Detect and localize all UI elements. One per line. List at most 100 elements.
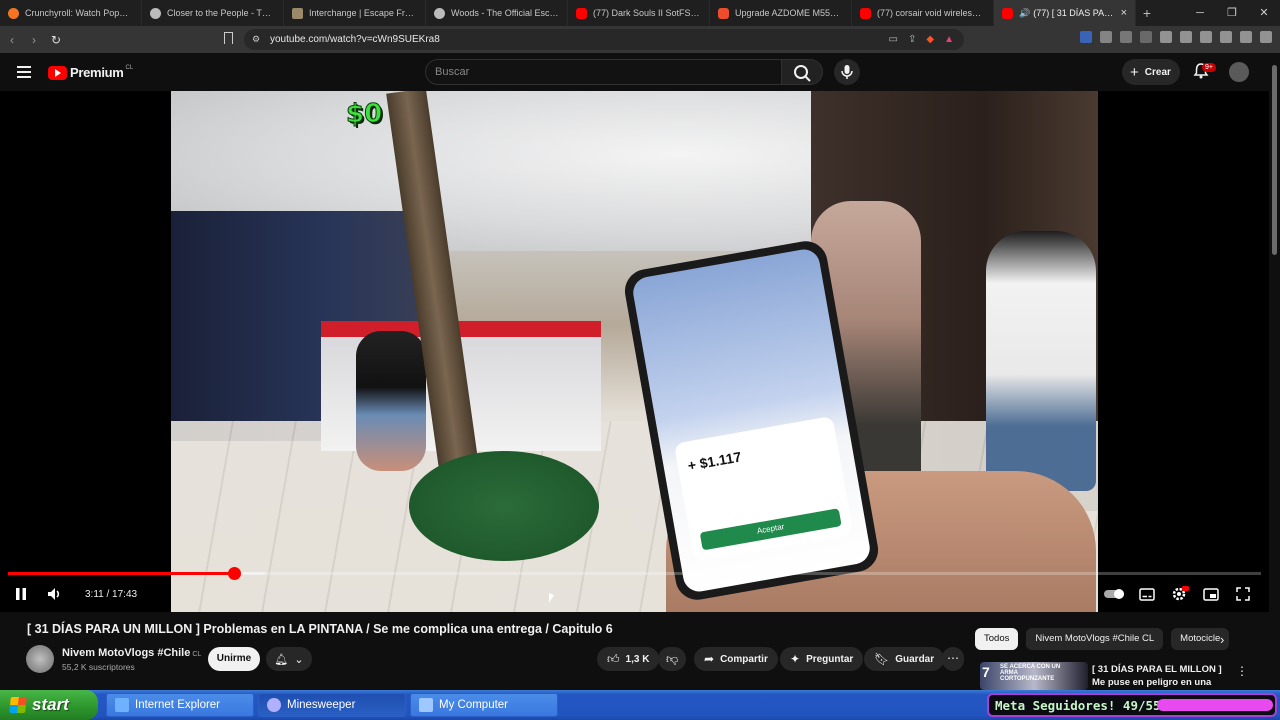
fullscreen-button[interactable]: [1236, 586, 1250, 602]
search-input[interactable]: Buscar: [425, 59, 782, 85]
window-controls: ─ ❐ ✕: [1184, 0, 1280, 26]
browser-tab-crunchyroll[interactable]: Crunchyroll: Watch Popular An: [0, 0, 142, 26]
plus-icon: +: [1130, 63, 1139, 81]
forward-arrow-icon[interactable]: ›: [24, 33, 44, 47]
youtube-header: Premium CL Buscar + Crear 9+: [0, 53, 1280, 91]
sidebar-icon[interactable]: [1180, 31, 1192, 43]
brave-shield-icon[interactable]: ◆: [926, 34, 934, 45]
progress-bar[interactable]: [8, 567, 1261, 580]
join-button[interactable]: Unirme: [208, 647, 260, 671]
extension-icon[interactable]: [1120, 31, 1132, 43]
share-icon[interactable]: ⇪: [908, 34, 916, 45]
create-button[interactable]: + Crear: [1122, 59, 1180, 85]
browser-tab-woods[interactable]: Woods - The Official Escape fr: [426, 0, 568, 26]
recommended-thumbnail[interactable]: 7 SE ACERCA CON UN ARMA CORTOPUNZANTE: [980, 662, 1088, 690]
ask-button[interactable]: ✦ Preguntar: [780, 647, 864, 671]
settings-button[interactable]: [1171, 586, 1189, 602]
chip-channel[interactable]: Nivem MotoVlogs #Chile CL: [1026, 628, 1164, 650]
dislike-button[interactable]: 👎︎: [658, 647, 687, 671]
browser-tab-corsair[interactable]: (77) corsair void wireless v2 vs: [852, 0, 994, 26]
channel-avatar[interactable]: [26, 645, 54, 673]
tree-planter: [409, 451, 599, 561]
cast-icon[interactable]: ▭: [889, 34, 898, 45]
browser-tab-active-video[interactable]: 🔊(77) [ 31 DÍAS PARA UN×: [994, 0, 1136, 26]
chips-next-arrow-icon[interactable]: ›: [1220, 632, 1224, 647]
extension-icon[interactable]: [1080, 31, 1092, 43]
omnibox-actions: ▭ ⇪ ◆ ▲: [889, 34, 954, 45]
microphone-icon: [841, 65, 853, 79]
address-bar[interactable]: ⚙ youtube.com/watch?v=cWn9SUEKra8 ▭ ⇪ ◆ …: [244, 29, 964, 50]
miniplayer-button[interactable]: [1203, 586, 1219, 602]
taskbar-minesweeper[interactable]: Minesweeper: [258, 693, 406, 717]
video-player[interactable]: + $1.117 Aceptar $0 3:11 / 17:43: [0, 91, 1269, 612]
bell-icon: 🔔︎: [274, 653, 289, 666]
autoplay-toggle-icon: [1104, 589, 1124, 599]
reload-icon[interactable]: ↻: [46, 33, 66, 47]
youtube-favicon-icon: [860, 7, 871, 19]
url-text: youtube.com/watch?v=cWn9SUEKra8: [270, 34, 440, 45]
browser-tab-strip: Crunchyroll: Watch Popular An Closer to …: [0, 0, 1280, 26]
youtube-favicon-icon: [1002, 7, 1013, 19]
sparkle-icon: ✦: [790, 652, 801, 666]
more-dots-icon: ⋯: [947, 651, 959, 665]
site-info-icon[interactable]: ⚙: [252, 34, 260, 45]
search-button[interactable]: [781, 59, 823, 85]
follower-goal-bar: [1157, 699, 1273, 711]
search-icon: [794, 65, 811, 82]
taskbar: start Internet Explorer Minesweeper My C…: [0, 690, 1280, 720]
vpn-icon[interactable]: [1240, 31, 1252, 43]
youtube-favicon-icon: [576, 7, 587, 19]
minesweeper-icon: [267, 698, 281, 712]
channel-name-link[interactable]: Nivem MotoVlogs #Chile CL: [62, 647, 201, 659]
site-favicon-icon: [434, 7, 445, 19]
windows-flag-icon: [9, 697, 27, 713]
more-actions-button[interactable]: ⋯: [942, 647, 964, 671]
start-button[interactable]: start: [0, 690, 98, 720]
extension-icon[interactable]: [1140, 31, 1152, 43]
extension-icon[interactable]: [1100, 31, 1112, 43]
taskbar-my-computer[interactable]: My Computer: [410, 693, 558, 717]
pause-button[interactable]: [14, 586, 28, 602]
new-tab-button[interactable]: +: [1136, 5, 1158, 21]
minimize-button[interactable]: ─: [1184, 0, 1216, 26]
subscription-bell-button[interactable]: 🔔︎ ⌄: [266, 647, 312, 671]
browser-tab-dark-souls[interactable]: (77) Dark Souls II SotFS - Guía: [568, 0, 710, 26]
music-icon[interactable]: [1160, 31, 1172, 43]
menu-icon[interactable]: [1260, 31, 1272, 43]
recommendation-chips: Todos Nivem MotoVlogs #Chile CL Motocicl…: [975, 628, 1230, 650]
voice-search-button[interactable]: [834, 59, 860, 85]
save-button[interactable]: 🔖︎ Guardar: [864, 647, 945, 671]
chip-all[interactable]: Todos: [975, 628, 1019, 650]
volume-button[interactable]: [47, 586, 63, 602]
subtitles-button[interactable]: [1139, 586, 1155, 602]
page-scrollbar[interactable]: [1269, 53, 1280, 688]
restore-button[interactable]: ❐: [1216, 0, 1248, 26]
hamburger-menu-icon[interactable]: [17, 66, 31, 78]
youtube-play-logo-icon: [48, 65, 67, 80]
scrubber-handle[interactable]: [227, 567, 241, 580]
recommended-more-icon[interactable]: ⋮: [1236, 664, 1248, 678]
wallet-icon[interactable]: [1200, 31, 1212, 43]
browser-tab-interchange[interactable]: Interchange | Escape From Tark: [284, 0, 426, 26]
fullscreen-icon: [1236, 587, 1250, 601]
close-tab-icon[interactable]: ×: [1121, 7, 1127, 19]
recommended-video[interactable]: 7 SE ACERCA CON UN ARMA CORTOPUNZANTE [ …: [980, 662, 1260, 701]
video-title: [ 31 DÍAS PARA UN MILLON ] Problemas en …: [27, 622, 613, 636]
share-button[interactable]: ➦ Compartir: [694, 647, 778, 671]
bookmark-icon[interactable]: [224, 32, 233, 44]
thumbs-down-icon: 👎︎: [666, 651, 679, 666]
account-avatar[interactable]: [1229, 62, 1249, 82]
ai-icon[interactable]: [1220, 31, 1232, 43]
back-arrow-icon[interactable]: ‹: [2, 33, 22, 47]
scrollbar-thumb[interactable]: [1272, 65, 1277, 255]
close-window-button[interactable]: ✕: [1248, 0, 1280, 26]
like-button[interactable]: 👍︎ 1,3 K: [597, 647, 660, 671]
taskbar-internet-explorer[interactable]: Internet Explorer: [106, 693, 254, 717]
browser-tab-azdome[interactable]: Upgrade AZDOME M550 Pro D: [710, 0, 852, 26]
subscriber-count: 55,2 K suscriptores: [62, 662, 135, 672]
my-computer-icon: [419, 698, 433, 712]
youtube-premium-logo[interactable]: Premium CL: [48, 65, 133, 80]
browser-tab-closer-to-the-people[interactable]: Closer to the People - The Offi: [142, 0, 284, 26]
brave-rewards-icon[interactable]: ▲: [944, 34, 954, 45]
autoplay-toggle[interactable]: [1103, 586, 1125, 602]
